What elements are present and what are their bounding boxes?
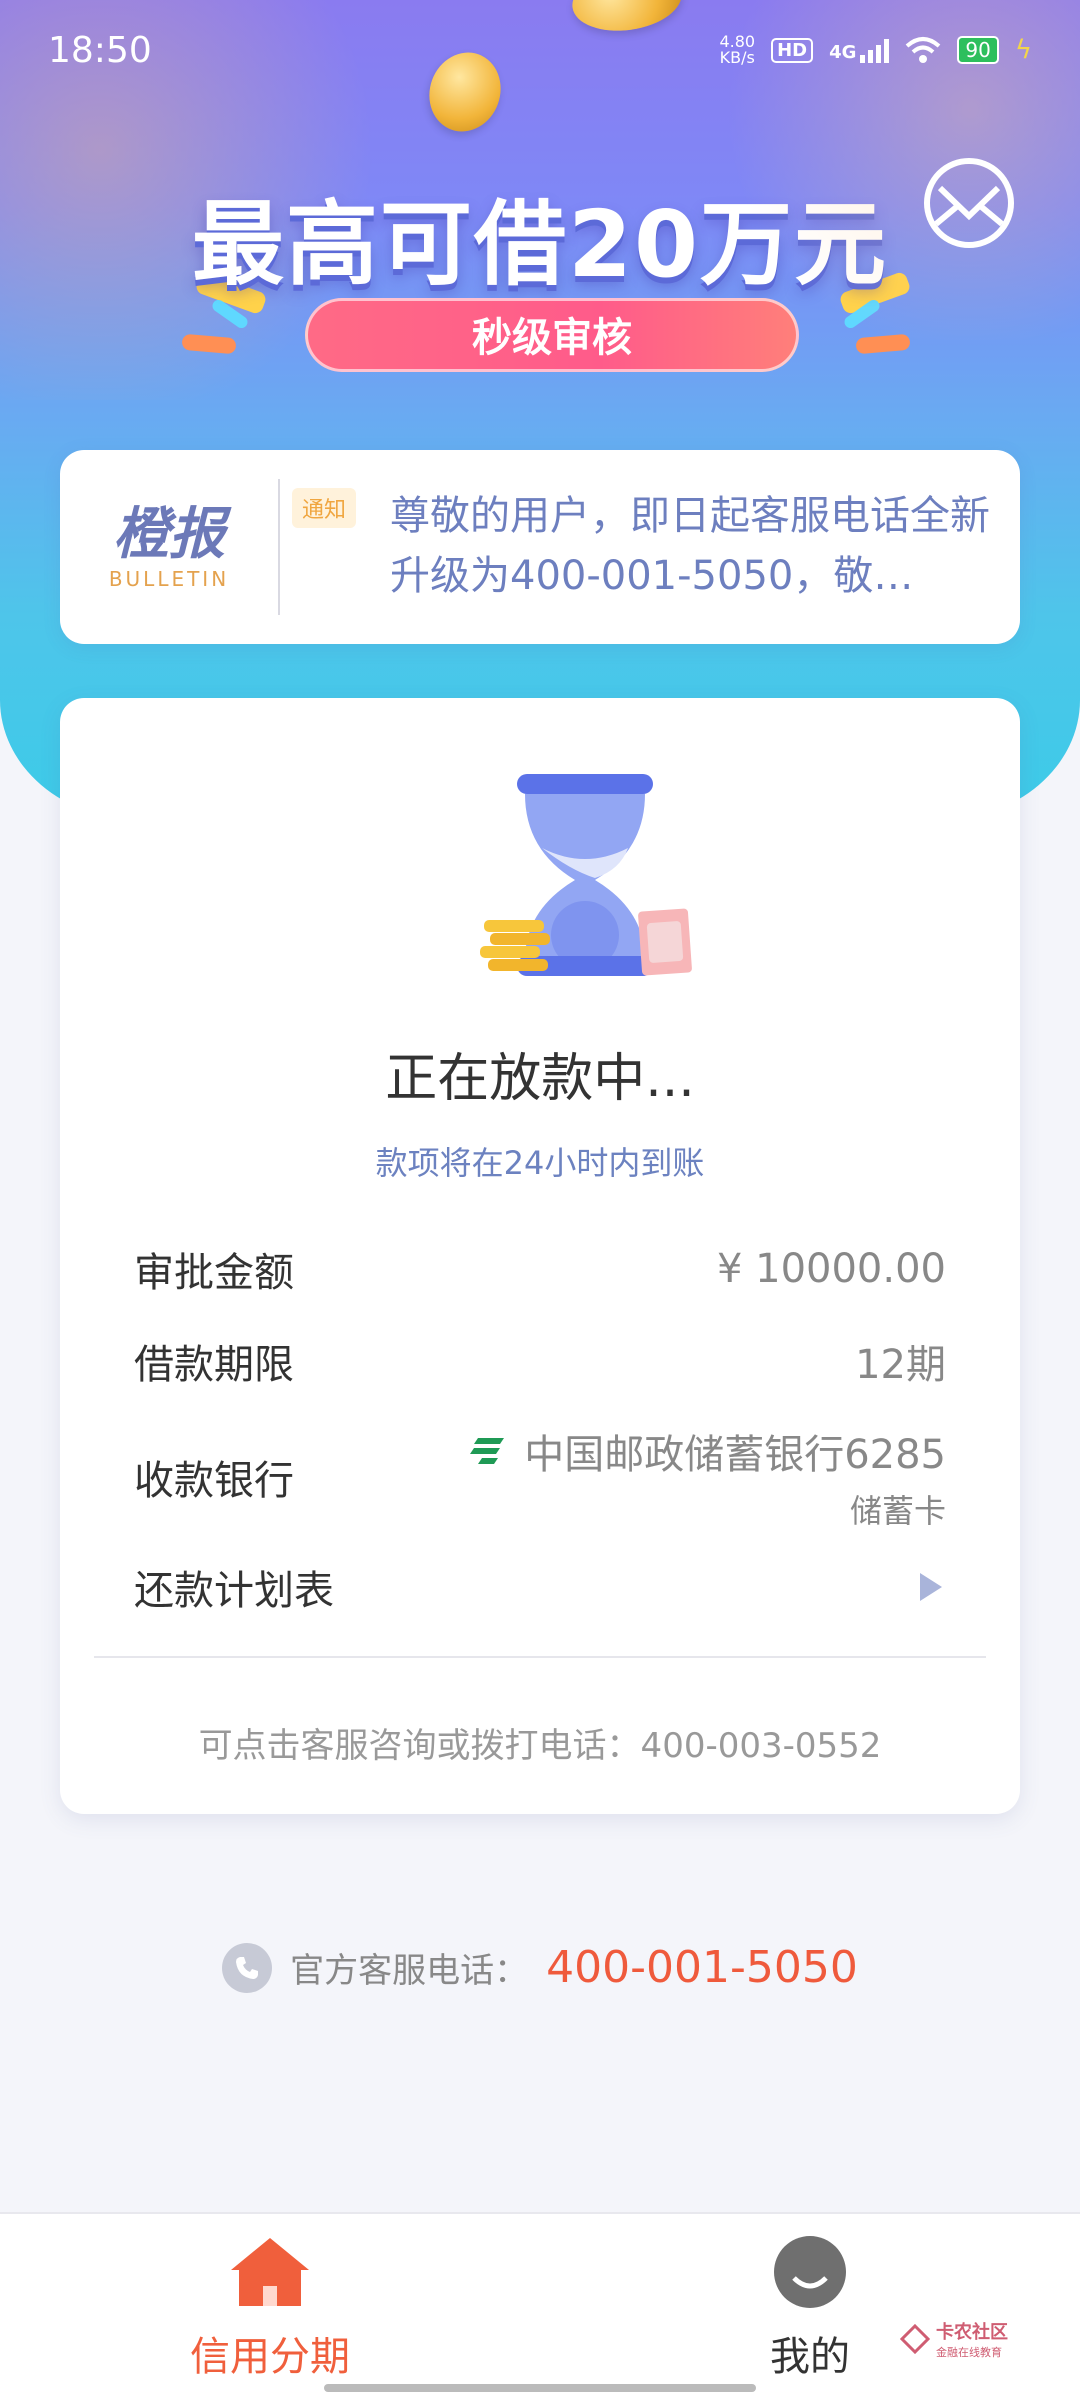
bulletin-divider [278,479,280,615]
approved-amount-label: 审批金额 [134,1250,294,1296]
approved-amount-row: 审批金额 ¥ 10000.00 [134,1240,946,1298]
bulletin-logo-subtitle: BULLETIN [108,567,230,591]
mail-glyph [934,185,1004,227]
hotline-number[interactable]: 400-001-5050 [546,1942,858,1993]
battery-icon: 90 [957,36,999,64]
status-bar: 18:50 4.80 KB/s HD 4G 90 ϟ [0,0,1080,100]
tab-credit-installment[interactable]: 信用分期 [150,2234,390,2382]
home-indicator[interactable] [324,2384,756,2392]
network-type: 4G [829,42,857,63]
loan-term-label: 借款期限 [134,1342,294,1388]
profile-icon [774,2236,846,2308]
hd-icon: HD [771,37,814,63]
card-divider [94,1656,986,1658]
official-hotline[interactable]: 官方客服电话： 400-001-5050 [0,1942,1080,1993]
hero-banner: 最高可借20万元 秒级审核 [0,0,1080,820]
loan-term-value: 12期 [855,1342,946,1388]
bottom-tab-bar: 信用分期 我的 卡农社区 金融在线教育 [0,2212,1080,2400]
net-speed-unit: KB/s [719,48,755,67]
watermark-logo: 卡农社区 金融在线教育 [900,2318,1008,2360]
approved-amount-value: ¥ 10000.00 [716,1246,946,1292]
watermark-title: 卡农社区 [936,2322,1008,2343]
mail-icon[interactable] [924,158,1014,248]
home-icon [231,2238,309,2306]
watermark-subtitle: 金融在线教育 [936,2346,1002,2359]
hotline-label: 官方客服电话： [290,1951,529,1991]
bulletin-card[interactable]: 橙报 BULLETIN 通知 尊敬的用户，即日起客服电话全新升级为400-001… [60,450,1020,644]
support-hint[interactable]: 可点击客服咨询或拨打电话：400-003-0552 [60,1718,1020,1767]
confetti-decoration [842,297,882,331]
repayment-schedule-row[interactable]: 还款计划表 [134,1558,946,1616]
receiving-bank-label: 收款银行 [134,1458,294,1504]
tab-credit-installment-label[interactable]: 信用分期 [150,2324,390,2382]
loan-term-row: 借款期限 12期 [134,1332,946,1390]
bank-name: 中国邮政储蓄银行6285 [524,1432,946,1478]
confetti-decoration [838,270,912,316]
fast-review-badge: 秒级审核 [305,298,799,372]
bulletin-logo-title: 橙报 [113,502,225,567]
postal-bank-icon [470,1438,505,1464]
notice-tag: 通知 [292,488,357,528]
status-title: 正在放款中... [385,1049,695,1109]
hero-title: 最高可借20万元 [191,191,889,298]
charging-icon: ϟ [1014,35,1032,65]
chevron-right-icon[interactable] [920,1573,942,1601]
watermark-icon [900,2324,930,2354]
card-type: 储蓄卡 [849,1492,946,1530]
wifi-icon [906,37,941,63]
bulletin-message[interactable]: 尊敬的用户，即日起客服电话全新升级为400-001-5050，敬… [390,486,990,606]
status-icons: 4.80 KB/s HD 4G 90 ϟ [719,34,1032,66]
net-speed: 4.80 KB/s [719,34,755,66]
repayment-schedule-label[interactable]: 还款计划表 [134,1558,334,1616]
status-subtitle: 款项将在24小时内到账 [375,1144,705,1182]
status-time: 18:50 [48,29,152,71]
loan-status-card: 正在放款中... 款项将在24小时内到账 审批金额 ¥ 10000.00 借款期… [60,698,1020,1814]
tab-profile[interactable]: 我的 [690,2234,930,2382]
tab-profile-label[interactable]: 我的 [690,2324,930,2382]
cellular-signal-icon: 4G [829,37,890,63]
phone-icon [222,1942,273,1993]
receiving-bank-value: 中国邮政储蓄银行6285 储蓄卡 [468,1422,946,1532]
confetti-decoration [855,333,911,355]
bulletin-logo: 橙报 BULLETIN [60,502,278,592]
hourglass-icon [480,774,692,976]
confetti-decoration [181,333,237,355]
receiving-bank-row: 收款银行 中国邮政储蓄银行6285 储蓄卡 [134,1422,946,1532]
